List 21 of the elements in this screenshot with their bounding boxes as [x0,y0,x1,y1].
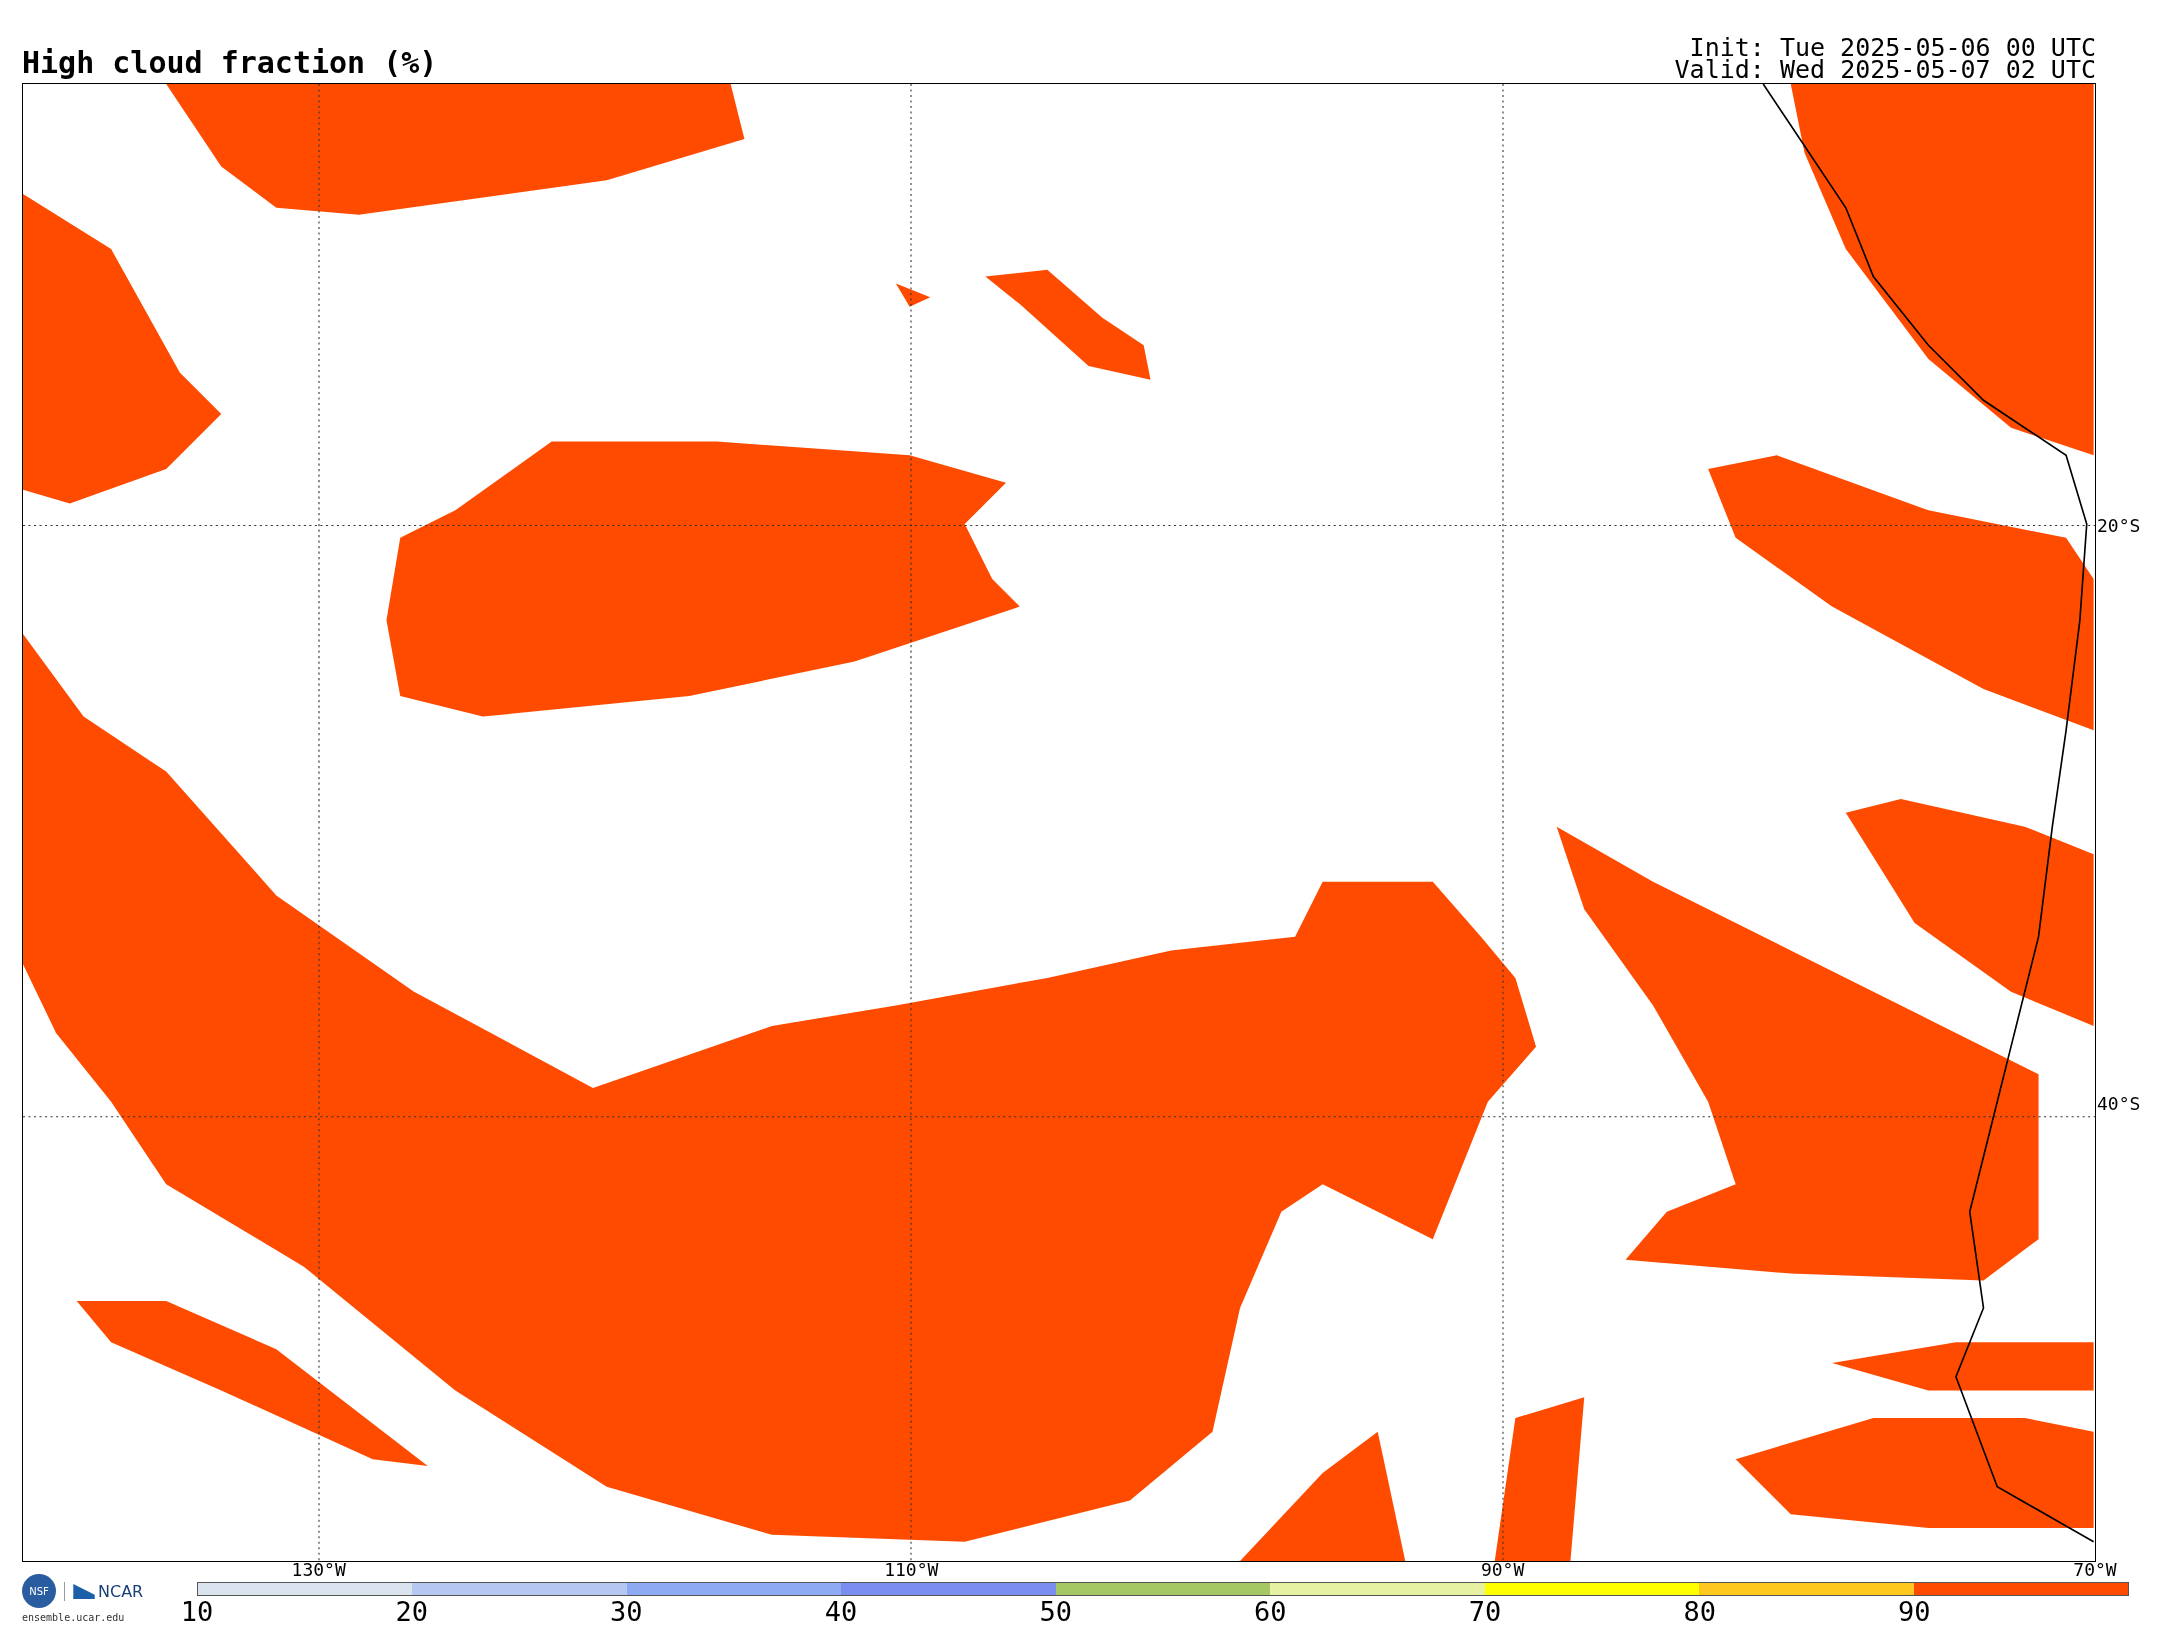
colorbar-tick-label: 10 [180,1598,214,1626]
colorbar-tick-label: 30 [610,1598,643,1626]
colorbar-tick-label: 80 [1683,1598,1716,1626]
website-text: ensemble.ucar.edu [22,1611,125,1623]
colorbar-tick-label: 90 [1898,1598,1931,1626]
run-time-text: Valid: Wed 2025-05-07 02 UTC [1674,59,2096,81]
colorbar-tick-label: 20 [395,1598,428,1626]
longitude-label: 70°W [2073,1561,2117,1579]
plot-title: High cloud fraction (%) [22,48,438,82]
latitude-label: 40°S [2096,1092,2141,1114]
latitude-label: 20°S [2096,514,2141,536]
seal-logo: NSF [22,1574,56,1608]
longitude-label: 110°W [884,1561,939,1579]
longitude-label: 90°W [1480,1561,1525,1579]
colorbar-tick-label: 60 [1254,1598,1287,1626]
colorbar-tick-label: 50 [1039,1598,1072,1626]
brand-logo: NCAR [64,1581,144,1601]
colorbar-tick-label: 70 [1468,1598,1502,1626]
colorbar-tick-label: 40 [824,1598,858,1626]
longitude-label: 130°W [291,1561,346,1579]
run-time-text: Init: Tue 2025-05-06 00 UTC [1689,37,2096,59]
